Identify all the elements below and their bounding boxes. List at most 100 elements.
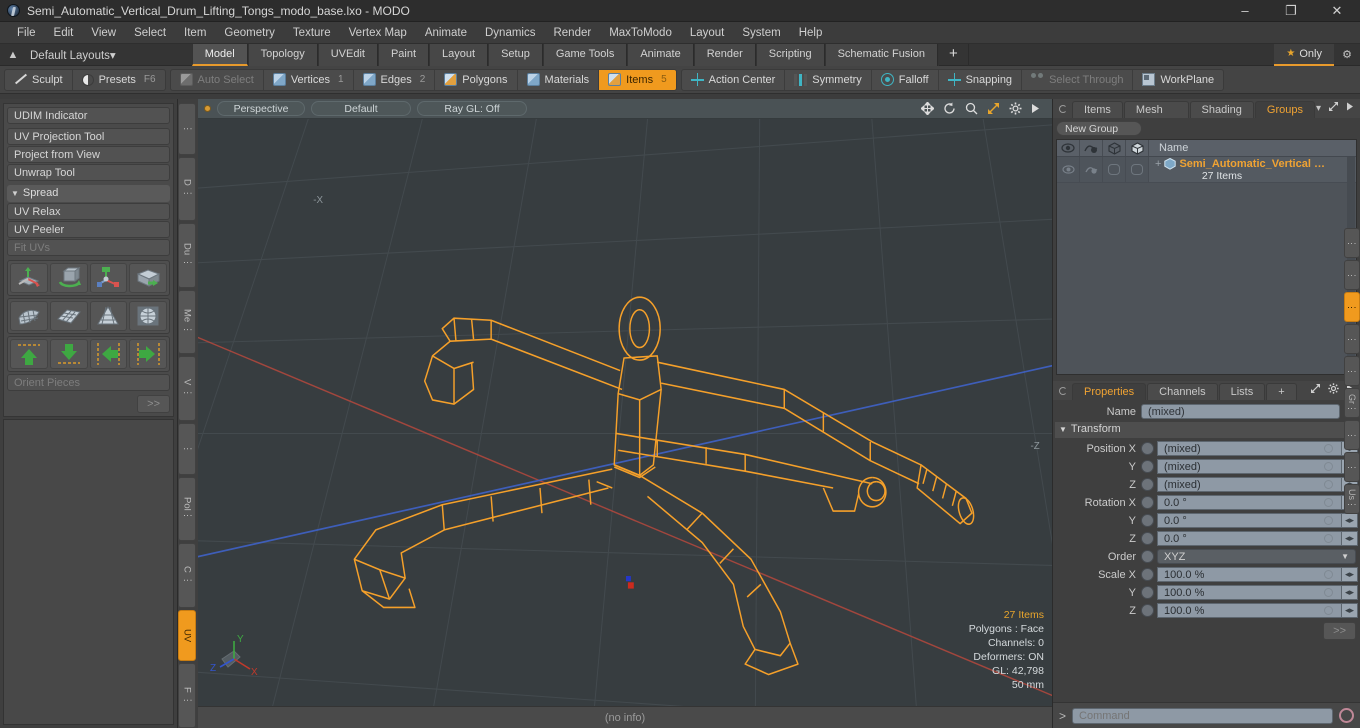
align-right-icon[interactable] bbox=[129, 339, 167, 369]
left-panel-expand-button[interactable]: >> bbox=[137, 395, 170, 413]
uv-unwrap-icon[interactable] bbox=[10, 301, 48, 331]
property-key-icon[interactable] bbox=[1141, 514, 1154, 527]
menu-item-vertex-map[interactable]: Vertex Map bbox=[340, 22, 416, 44]
add-layout-tab-button[interactable]: + bbox=[938, 43, 969, 66]
properties-expand-button[interactable]: >> bbox=[1323, 622, 1356, 640]
menu-item-layout[interactable]: Layout bbox=[681, 22, 734, 44]
left-vtab-8[interactable]: UV bbox=[178, 609, 196, 662]
layout-tab-scripting[interactable]: Scripting bbox=[755, 43, 825, 66]
property-input[interactable]: (mixed) bbox=[1157, 477, 1342, 492]
layout-tab-topology[interactable]: Topology bbox=[247, 43, 318, 66]
mode-symmetry[interactable]: Symmetry bbox=[785, 69, 872, 90]
left-vtab-0[interactable]: ⋮ bbox=[178, 103, 196, 155]
right-vtab-6[interactable]: ⋮ bbox=[1344, 420, 1360, 450]
layout-tab-animate[interactable]: Animate bbox=[627, 43, 694, 66]
menu-item-maxtomodo[interactable]: MaxToModo bbox=[600, 22, 681, 44]
property-key-icon[interactable] bbox=[1141, 496, 1154, 509]
menu-item-select[interactable]: Select bbox=[125, 22, 175, 44]
play-icon[interactable] bbox=[1346, 102, 1354, 114]
fit-icon[interactable] bbox=[987, 102, 1000, 115]
only-toggle[interactable]: ★ Only bbox=[1274, 43, 1334, 66]
property-input[interactable]: 0.0 ° bbox=[1157, 513, 1342, 528]
layout-tab-schematic-fusion[interactable]: Schematic Fusion bbox=[824, 43, 938, 66]
viewport-raygl-toggle[interactable]: Ray GL: Off bbox=[417, 101, 527, 116]
expand-icon[interactable] bbox=[1310, 383, 1321, 397]
name-input[interactable]: (mixed) bbox=[1141, 404, 1340, 419]
prop-tab-lists[interactable]: Lists bbox=[1218, 383, 1266, 400]
right-vtab-5[interactable]: Gr⋮ bbox=[1344, 388, 1360, 418]
property-input[interactable]: 0.0 ° bbox=[1157, 495, 1342, 510]
right-tab-mesh-[interactable]: Mesh … bbox=[1123, 101, 1189, 132]
maximize-button[interactable]: ❐ bbox=[1268, 0, 1314, 21]
property-knob-icon[interactable] bbox=[1324, 480, 1333, 489]
group-row-item[interactable]: + Semi_Automatic_Vertical … 27 Items bbox=[1149, 157, 1325, 182]
menu-item-animate[interactable]: Animate bbox=[416, 22, 476, 44]
mode-edges[interactable]: Edges 2 bbox=[354, 69, 436, 90]
play-icon[interactable] bbox=[1031, 103, 1040, 114]
record-icon[interactable] bbox=[1339, 708, 1354, 723]
prop-tab-channels[interactable]: Channels bbox=[1147, 383, 1218, 400]
left-vtab-1[interactable]: D ⋮ bbox=[178, 156, 196, 222]
tool-uv-projection-tool[interactable]: UV Projection Tool bbox=[7, 128, 170, 145]
property-stepper[interactable]: ◂▸ bbox=[1342, 567, 1358, 582]
property-key-icon[interactable] bbox=[1141, 460, 1154, 473]
panel-menu-icon[interactable] bbox=[1059, 105, 1067, 113]
mode-materials[interactable]: Materials bbox=[518, 69, 600, 90]
right-tab-items[interactable]: Items bbox=[1072, 101, 1123, 118]
uv-sphere-icon[interactable] bbox=[129, 301, 167, 331]
menu-item-system[interactable]: System bbox=[733, 22, 789, 44]
tool-project-from-view[interactable]: Project from View bbox=[7, 146, 170, 163]
right-vtab-2[interactable]: ⋮ bbox=[1344, 292, 1360, 322]
menu-item-edit[interactable]: Edit bbox=[45, 22, 83, 44]
rotate-icon[interactable] bbox=[943, 102, 956, 115]
viewport-shading-selector[interactable]: Default bbox=[311, 101, 411, 116]
property-key-icon[interactable] bbox=[1141, 532, 1154, 545]
new-group-button[interactable]: New Group bbox=[1056, 121, 1142, 136]
layout-tab-paint[interactable]: Paint bbox=[377, 43, 430, 66]
property-knob-icon[interactable] bbox=[1324, 570, 1333, 579]
tool-fit-uvs[interactable]: Fit UVs bbox=[7, 239, 170, 256]
menu-item-dynamics[interactable]: Dynamics bbox=[476, 22, 544, 44]
layout-tab-setup[interactable]: Setup bbox=[488, 43, 543, 66]
property-input[interactable]: 0.0 ° bbox=[1157, 531, 1342, 546]
align-up-icon[interactable] bbox=[10, 339, 48, 369]
left-vtab-4[interactable]: V ⋮ bbox=[178, 356, 196, 422]
right-vtab-1[interactable]: ⋮ bbox=[1344, 260, 1360, 290]
layout-tab-render[interactable]: Render bbox=[693, 43, 756, 66]
property-input[interactable]: 100.0 % bbox=[1157, 603, 1342, 618]
menu-item-view[interactable]: View bbox=[82, 22, 125, 44]
viewport-3d[interactable]: -X -Z 27 Items Polygons: Face Channels:… bbox=[198, 119, 1052, 706]
zoom-icon[interactable] bbox=[965, 102, 978, 115]
tool-unwrap-tool[interactable]: Unwrap Tool bbox=[7, 164, 170, 181]
mode-snapping[interactable]: Snapping bbox=[939, 69, 1023, 90]
property-knob-icon[interactable] bbox=[1324, 588, 1333, 597]
home-layout-icon[interactable]: ▲ bbox=[0, 49, 26, 61]
property-stepper[interactable]: ◂▸ bbox=[1342, 531, 1358, 546]
left-vtab-6[interactable]: Pol⋮ bbox=[178, 476, 196, 542]
menu-item-texture[interactable]: Texture bbox=[284, 22, 340, 44]
mode-action-center[interactable]: Action Center bbox=[682, 69, 786, 90]
row-shade-toggle[interactable] bbox=[1126, 157, 1149, 182]
row-render-toggle[interactable] bbox=[1080, 157, 1103, 182]
property-knob-icon[interactable] bbox=[1324, 498, 1333, 507]
gear-icon[interactable] bbox=[1328, 383, 1339, 397]
property-knob-icon[interactable] bbox=[1324, 444, 1333, 453]
property-select[interactable]: XYZ ▼ bbox=[1157, 549, 1356, 564]
menu-item-file[interactable]: File bbox=[8, 22, 45, 44]
property-key-icon[interactable] bbox=[1141, 568, 1154, 581]
property-key-icon[interactable] bbox=[1141, 604, 1154, 617]
property-knob-icon[interactable] bbox=[1324, 534, 1333, 543]
property-key-icon[interactable] bbox=[1141, 442, 1154, 455]
mode-items[interactable]: Items 5 bbox=[599, 69, 676, 90]
tool-uv-relax[interactable]: UV Relax bbox=[7, 203, 170, 220]
layout-tab-uvedit[interactable]: UVEdit bbox=[317, 43, 378, 66]
right-vtab-0[interactable]: ⋮ bbox=[1344, 228, 1360, 258]
minimize-button[interactable]: – bbox=[1222, 0, 1268, 21]
property-input[interactable]: 100.0 % bbox=[1157, 567, 1342, 582]
mode-auto-select[interactable]: Auto Select bbox=[171, 69, 264, 90]
mode-falloff[interactable]: Falloff bbox=[872, 69, 939, 90]
table-row[interactable]: + Semi_Automatic_Vertical … 27 Items bbox=[1057, 157, 1356, 373]
left-vtab-2[interactable]: Du ⋮ bbox=[178, 223, 196, 288]
prop-tab-plus[interactable]: + bbox=[1266, 383, 1297, 400]
property-input[interactable]: (mixed) bbox=[1157, 459, 1342, 474]
